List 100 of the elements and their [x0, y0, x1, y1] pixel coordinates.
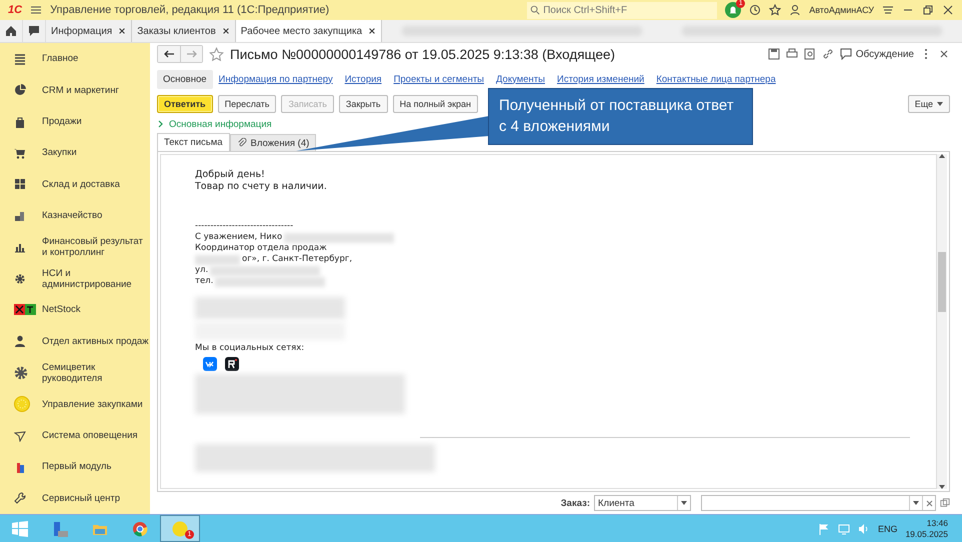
chat-icon	[28, 25, 40, 37]
settings-menu-icon	[882, 4, 894, 16]
signature-text: ул.	[195, 265, 208, 276]
sidebar-item[interactable]: Управление закупками	[0, 388, 150, 420]
form-nav-link[interactable]: История изменений	[551, 70, 650, 88]
app-logo: 1С	[8, 4, 22, 16]
document-title: Письмо №00000000149786 от 19.05.2025 9:13:38 (Входящее)	[230, 46, 616, 62]
flower-icon	[14, 366, 28, 380]
netstock-logo-icon	[14, 304, 36, 316]
close-icon	[368, 27, 376, 35]
building-icon	[14, 460, 26, 473]
caret-icon	[913, 501, 919, 505]
sidebar-item[interactable]: NetStock	[0, 294, 150, 326]
network-icon	[838, 522, 850, 534]
scrollbar-thumb[interactable]	[938, 252, 946, 312]
signature-text: ог», г. Санкт-Петербург,	[242, 254, 352, 265]
close-icon	[222, 27, 230, 35]
email-separator: --------------------------------	[195, 221, 294, 232]
sidebar-item[interactable]: Казначейство	[0, 200, 150, 232]
sidebar-item[interactable]: Отдел активных продаж	[0, 326, 150, 358]
more-button[interactable]: Еще	[908, 95, 950, 113]
toolbar-button[interactable]: Закрыть	[338, 95, 388, 113]
toolbar-button[interactable]: Ответить	[157, 95, 213, 113]
sidebar-item[interactable]: Финансовый результат и контроллинг	[0, 231, 150, 263]
save-icon	[768, 48, 780, 60]
star-icon	[769, 4, 782, 16]
print-icon	[786, 48, 798, 60]
pie-chart-icon	[14, 84, 26, 96]
search-field[interactable]: Поиск Ctrl+Shift+F	[527, 2, 718, 18]
paper-plane-icon	[14, 430, 26, 442]
wrench-icon	[14, 492, 26, 504]
menu-icon	[30, 4, 42, 16]
form-nav-link[interactable]: История	[338, 70, 388, 88]
order-label: Заказ:	[560, 498, 590, 508]
email-text: Товар по счету в наличии.	[195, 181, 328, 193]
coin-icon	[14, 396, 30, 412]
toolbar-button[interactable]: На полный экран	[392, 95, 478, 113]
cart-icon	[14, 146, 26, 159]
sidebar-item[interactable]: Закупки	[0, 137, 150, 169]
sidebar-item[interactable]: Склад и доставка	[0, 168, 150, 200]
email-text: Добрый день!	[195, 169, 266, 181]
sidebar-item[interactable]: Первый модуль	[0, 451, 150, 483]
form-tab[interactable]: Вложения (4)	[230, 134, 316, 151]
computer-icon	[52, 520, 68, 536]
restore-icon	[922, 4, 934, 16]
clock[interactable]: 13:46 19.05.2025	[905, 518, 948, 540]
arrow-left-icon	[163, 48, 175, 60]
person-icon	[14, 335, 26, 348]
form-nav-link[interactable]: Информация по партнеру	[212, 70, 339, 88]
sidebar-item[interactable]: НСИ и администрирование	[0, 262, 150, 294]
sidebar-item[interactable]: Главное	[0, 43, 150, 74]
sidebar-item[interactable]: Продажи	[0, 106, 150, 138]
social-label: Мы в социальных сетях:	[195, 343, 306, 354]
user-name[interactable]: АвтоАдминАСУ	[809, 5, 874, 15]
flag-icon	[818, 522, 830, 534]
scroll-down-icon	[939, 485, 945, 489]
signature-text: Координатор отдела продаж	[195, 243, 327, 254]
form-nav-link[interactable]: Основное	[157, 70, 213, 88]
sidebar-item[interactable]: Сервисный центр	[0, 482, 150, 514]
chevron-icon	[157, 120, 165, 128]
bar-chart-icon	[14, 241, 26, 254]
menu-icon	[14, 52, 26, 65]
bag-icon	[14, 116, 26, 128]
speaker-icon	[858, 522, 870, 534]
form-nav-link[interactable]: Контактные лица партнера	[650, 70, 782, 88]
speech-bubble-icon	[840, 48, 852, 60]
open-tab[interactable]: Рабочее место закупщика	[236, 20, 382, 42]
scroll-up-icon	[939, 154, 945, 158]
order-type-dropdown[interactable]: Клиента	[594, 495, 691, 511]
sidebar-item[interactable]: Система оповещения	[0, 420, 150, 452]
caret-icon	[681, 501, 687, 505]
section-toggle[interactable]: Основная информация	[157, 118, 272, 130]
language-indicator[interactable]: ENG	[878, 524, 898, 534]
close-icon	[118, 27, 126, 35]
favorite-star-icon[interactable]	[209, 46, 224, 62]
signature-text: тел.	[195, 276, 214, 287]
rutube-icon[interactable]	[225, 357, 239, 371]
home-icon	[5, 25, 17, 37]
sidebar-item[interactable]: Семицветик руководителя	[0, 357, 150, 388]
back-button[interactable]	[158, 46, 180, 62]
open-icon	[940, 498, 950, 508]
form-tab[interactable]: Текст письма	[157, 133, 230, 151]
signature-text: С уважением, Нико	[195, 232, 282, 243]
vk-icon[interactable]	[203, 357, 217, 371]
close-icon	[938, 48, 950, 60]
history-icon	[749, 4, 762, 16]
gear-icon	[14, 272, 26, 285]
clear-icon	[926, 500, 932, 506]
link-icon	[822, 48, 834, 60]
paperclip-icon	[236, 138, 247, 148]
form-nav-link[interactable]: Документы	[490, 70, 551, 88]
form-nav-link[interactable]: Проекты и сегменты	[388, 70, 490, 88]
discussion-button[interactable]: Обсуждение	[840, 48, 914, 60]
window-title: Управление торговлей, редакция 11 (1С:Предприятие)	[50, 4, 330, 16]
scrollbar[interactable]	[937, 154, 947, 489]
close-icon	[942, 4, 954, 16]
bell-icon	[728, 5, 738, 15]
sidebar-item[interactable]: CRM и маркетинг	[0, 74, 150, 106]
toolbar-button[interactable]: Переслать	[218, 95, 276, 113]
order-field[interactable]	[701, 495, 936, 511]
